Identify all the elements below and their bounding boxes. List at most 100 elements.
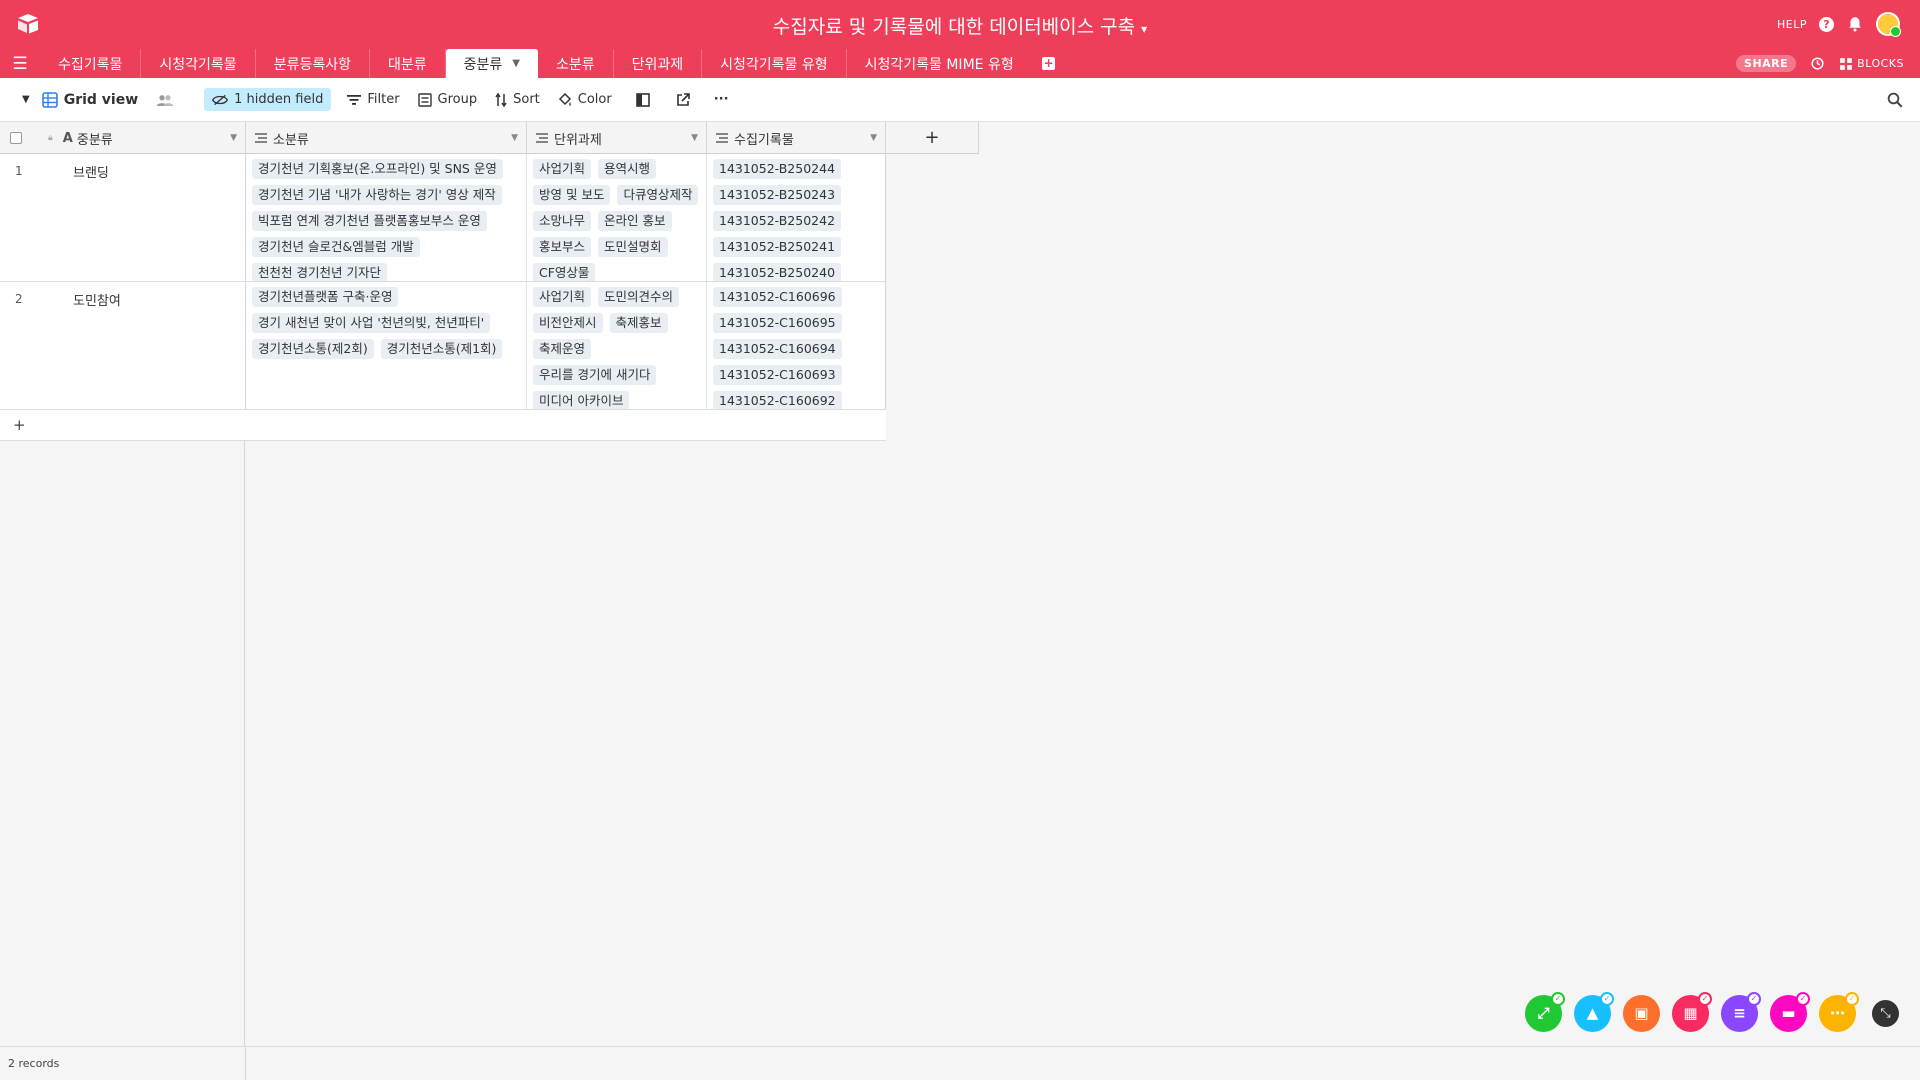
view-switcher-caret-icon[interactable]: ▼ bbox=[22, 94, 30, 105]
linked-record-chip[interactable]: 홍보부스 bbox=[533, 237, 592, 257]
chevron-down-icon[interactable]: ▼ bbox=[691, 133, 698, 143]
plus-icon[interactable]: + bbox=[13, 416, 26, 434]
shapes-icon[interactable]: ▲ ✓ bbox=[1574, 991, 1614, 1032]
linked-record-chip[interactable]: 경기천년 기념 '내가 사랑하는 경기' 영상 제작 bbox=[252, 185, 502, 205]
hide-fields-button[interactable]: 1 hidden field bbox=[204, 88, 332, 111]
linked-record-chip[interactable]: 도민의견수의 bbox=[598, 287, 680, 307]
linked-record-chip[interactable]: 사업기획 bbox=[533, 159, 592, 179]
tab-major-category[interactable]: 대분류 bbox=[370, 49, 446, 78]
expand-icon[interactable]: ⤢ ✓ bbox=[1525, 991, 1565, 1032]
add-record-row[interactable]: + bbox=[0, 410, 886, 441]
linked-record-chip[interactable]: 1431052-B250243 bbox=[713, 185, 842, 205]
search-icon[interactable] bbox=[1886, 91, 1904, 109]
image-icon[interactable]: ▣ bbox=[1623, 994, 1660, 1032]
table-row[interactable]: 1 브랜딩 경기천년 기획홍보(온.오프라인) 및 SNS 운영 경기천년 기념… bbox=[0, 154, 886, 282]
linked-record-chip[interactable]: 1431052-C160694 bbox=[713, 339, 842, 359]
primary-cell[interactable]: 도민참여 bbox=[46, 282, 246, 409]
linked-record-chip[interactable]: 1431052-B250241 bbox=[713, 237, 842, 257]
airtable-logo-icon[interactable] bbox=[16, 12, 40, 36]
chevron-down-icon[interactable]: ▾ bbox=[1141, 22, 1147, 36]
linked-record-chip[interactable]: 1431052-B250244 bbox=[713, 159, 842, 179]
select-all-checkbox[interactable] bbox=[10, 132, 22, 144]
tab-mid-category[interactable]: 중분류 ▼ bbox=[445, 49, 538, 78]
tab-av-mime-type[interactable]: 시청각기록물 MIME 유형 bbox=[847, 49, 1032, 78]
linked-record-chip[interactable]: 1431052-C160695 bbox=[713, 313, 842, 333]
linked-record-chip[interactable]: 1431052-C160692 bbox=[713, 391, 842, 409]
column-header-unit-task[interactable]: 단위과제 ▼ bbox=[527, 122, 707, 154]
tab-minor-category[interactable]: 소분류 bbox=[538, 49, 614, 78]
linked-record-chip[interactable]: 축제운영 bbox=[533, 339, 592, 359]
more-options-icon[interactable]: ··· bbox=[714, 92, 729, 107]
collaborators-icon[interactable] bbox=[156, 93, 174, 107]
linked-record-chip[interactable]: 우리를 경기에 새기다 bbox=[533, 365, 657, 385]
base-title-text[interactable]: 수집자료 및 기록물에 대한 데이터베이스 구축 bbox=[773, 16, 1135, 38]
column-header-mid-category[interactable]: 🔒︎ A 중분류 ▼ bbox=[46, 122, 246, 154]
linked-record-chip[interactable]: 소망나무 bbox=[533, 211, 592, 231]
linked-record-chip[interactable]: 축제홍보 bbox=[609, 313, 668, 333]
group-button[interactable]: Group bbox=[417, 92, 477, 107]
history-icon[interactable] bbox=[1810, 56, 1825, 71]
linked-record-chip[interactable]: 경기천년소통(제1회) bbox=[380, 339, 503, 359]
linked-record-chip[interactable]: 경기천년소통(제2회) bbox=[252, 339, 374, 359]
hamburger-menu-icon[interactable]: ☰ bbox=[0, 49, 40, 78]
linked-record-chip[interactable]: 천천천 경기천년 기자단 bbox=[252, 263, 387, 281]
records-cell[interactable]: 1431052-C160696 1431052-C160695 1431052-… bbox=[707, 282, 886, 409]
user-avatar[interactable] bbox=[1876, 12, 1901, 37]
app-header: 수집자료 및 기록물에 대한 데이터베이스 구축 ▾ HELP ? ☰ 수집기록… bbox=[0, 0, 1920, 78]
unit-task-cell[interactable]: 사업기획 용역시행 방영 및 보도 다큐영상제작 소망나무 온라인 홍보 홍보부… bbox=[527, 154, 707, 281]
linked-record-chip[interactable]: 방영 및 보도 bbox=[533, 185, 611, 205]
linked-record-chip[interactable]: 1431052-C160693 bbox=[713, 365, 842, 385]
add-table-button[interactable]: + bbox=[1032, 49, 1066, 78]
linked-record-chip[interactable]: 온라인 홍보 bbox=[598, 211, 672, 231]
sort-button[interactable]: Sort bbox=[495, 92, 540, 107]
linked-record-chip[interactable]: 1431052-B250242 bbox=[713, 211, 842, 231]
row-height-icon[interactable] bbox=[635, 92, 650, 107]
chevron-down-icon[interactable]: ▼ bbox=[512, 58, 520, 69]
filter-button[interactable]: Filter bbox=[347, 92, 400, 107]
blocks-button[interactable]: BLOCKS bbox=[1839, 57, 1904, 71]
linked-record-chip[interactable]: 경기천년 슬로건&엠블럼 개발 bbox=[252, 237, 420, 257]
notification-bell-icon[interactable] bbox=[1846, 15, 1864, 33]
chevron-down-icon[interactable]: ▼ bbox=[870, 133, 877, 143]
tab-av-type[interactable]: 시청각기록물 유형 bbox=[702, 49, 847, 78]
share-button[interactable]: SHARE bbox=[1736, 55, 1797, 72]
list-icon[interactable]: ≡ ✓ bbox=[1721, 991, 1761, 1032]
unit-task-cell[interactable]: 사업기획 도민의견수의 비전안제시 축제홍보 축제운영 우리를 경기에 새기다 … bbox=[527, 282, 707, 409]
tab-unit-task[interactable]: 단위과제 bbox=[614, 49, 703, 78]
chat-icon[interactable]: ▬ ✓ bbox=[1770, 991, 1810, 1032]
linked-record-chip[interactable]: 1431052-B250240 bbox=[713, 263, 842, 281]
color-button[interactable]: Color bbox=[558, 92, 612, 107]
view-selector[interactable]: Grid view bbox=[41, 92, 138, 108]
tab-classification[interactable]: 분류등록사항 bbox=[256, 49, 370, 78]
column-header-minor-category[interactable]: 소분류 ▼ bbox=[246, 122, 527, 154]
linked-record-chip[interactable]: 경기천년플랫폼 구축·운영 bbox=[252, 287, 399, 307]
linked-record-chip[interactable]: 미디어 아카이브 bbox=[533, 391, 630, 409]
linked-record-chip[interactable]: CF영상물 bbox=[533, 263, 596, 281]
column-header-records[interactable]: 수집기록물 ▼ bbox=[707, 122, 886, 154]
tab-suzip[interactable]: 수집기록물 bbox=[40, 49, 142, 78]
chevron-down-icon[interactable]: ▼ bbox=[230, 133, 237, 143]
more-icon[interactable]: ⋯ ✓ bbox=[1819, 991, 1859, 1032]
chevron-down-icon[interactable]: ▼ bbox=[511, 133, 518, 143]
minor-category-cell[interactable]: 경기천년 기획홍보(온.오프라인) 및 SNS 운영 경기천년 기념 '내가 사… bbox=[246, 154, 527, 281]
linked-record-chip[interactable]: 1431052-C160696 bbox=[713, 287, 842, 307]
add-field-button[interactable]: + bbox=[886, 122, 979, 154]
linked-record-chip[interactable]: 경기천년 기획홍보(온.오프라인) 및 SNS 운영 bbox=[252, 159, 503, 179]
linked-record-chip[interactable]: 도민설명회 bbox=[598, 237, 668, 257]
tab-av-records[interactable]: 시청각기록물 bbox=[141, 49, 256, 78]
linked-record-chip[interactable]: 용역시행 bbox=[598, 159, 657, 179]
linked-record-chip[interactable]: 경기 새천년 맞이 사업 '천년의빛, 천년파티' bbox=[252, 313, 491, 333]
primary-cell[interactable]: 브랜딩 bbox=[46, 154, 246, 281]
linked-record-chip[interactable]: 다큐영상제작 bbox=[617, 185, 699, 205]
table-row[interactable]: 2 도민참여 경기천년플랫폼 구축·운영 경기 새천년 맞이 사업 '천년의빛,… bbox=[0, 282, 886, 410]
help-icon[interactable]: ? bbox=[1819, 16, 1834, 32]
linked-record-chip[interactable]: 빅포럼 연계 경기천년 플랫폼홍보부스 운영 bbox=[252, 211, 487, 231]
minor-category-cell[interactable]: 경기천년플랫폼 구축·운영 경기 새천년 맞이 사업 '천년의빛, 천년파티' … bbox=[246, 282, 527, 409]
records-cell[interactable]: 1431052-B250244 1431052-B250243 1431052-… bbox=[707, 154, 886, 281]
help-link[interactable]: HELP bbox=[1777, 18, 1807, 31]
apps-icon[interactable]: ▦ ✓ bbox=[1672, 991, 1712, 1032]
share-view-icon[interactable] bbox=[676, 92, 690, 107]
collapse-dock-icon[interactable]: ⤡ bbox=[1872, 999, 1899, 1027]
linked-record-chip[interactable]: 사업기획 bbox=[533, 287, 592, 307]
linked-record-chip[interactable]: 비전안제시 bbox=[533, 313, 603, 333]
